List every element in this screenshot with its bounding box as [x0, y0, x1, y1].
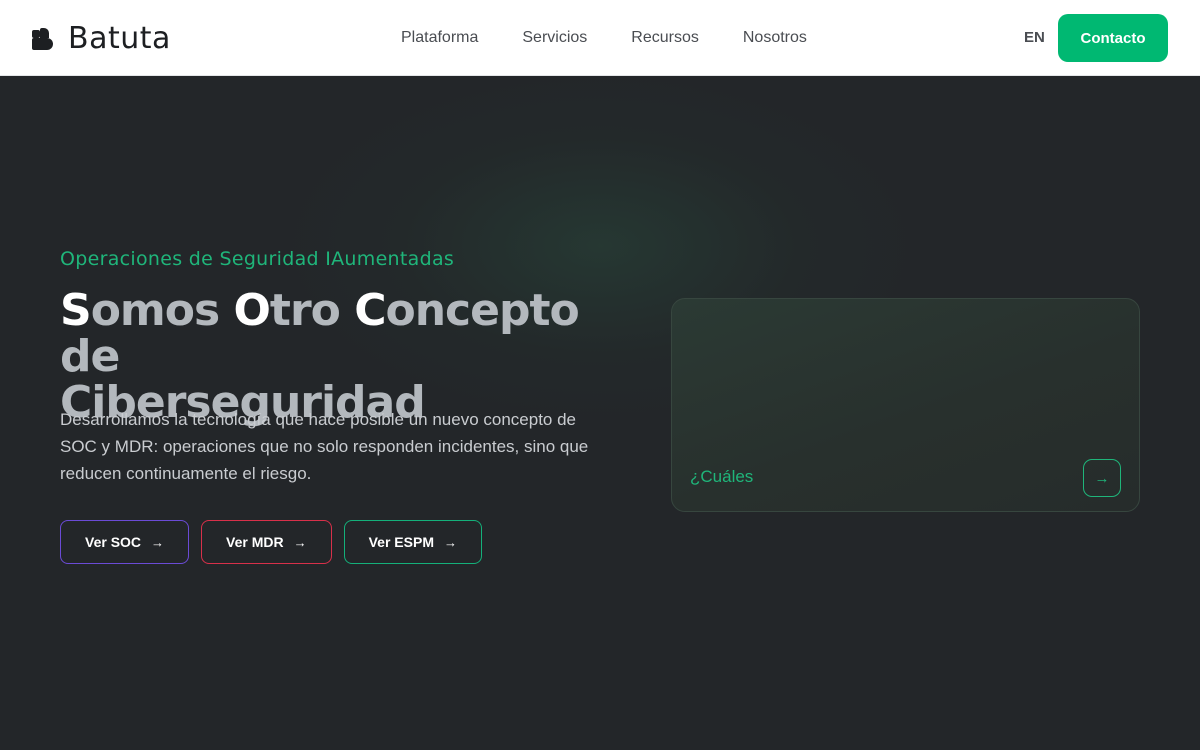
- headline-word-rest: omos: [90, 285, 234, 336]
- headline-initial-s: S: [60, 285, 92, 336]
- language-switch[interactable]: EN: [1024, 29, 1045, 46]
- arrow-right-icon: →: [443, 534, 457, 550]
- headline-initial-c: C: [354, 285, 386, 336]
- brand-logo[interactable]: Batuta: [32, 20, 171, 56]
- headline-word-rest: tro: [269, 285, 355, 336]
- main-nav: Plataforma Servicios Recursos Nosotros: [379, 0, 829, 76]
- site-header: Batuta Plataforma Servicios Recursos Nos…: [0, 0, 1200, 76]
- card-arrow-button[interactable]: →: [1083, 459, 1121, 497]
- nav-item-recursos[interactable]: Recursos: [631, 29, 699, 47]
- headline-initial-o: O: [233, 285, 271, 336]
- contact-button[interactable]: Contacto: [1058, 14, 1168, 62]
- hero-description: Desarrollamos la tecnología que hace pos…: [60, 410, 589, 483]
- nav-item-plataforma[interactable]: Plataforma: [401, 29, 478, 47]
- arrow-right-icon: →: [151, 534, 165, 550]
- arrow-right-icon: →: [1094, 469, 1110, 487]
- brand-name: Batuta: [68, 20, 171, 56]
- hero-section: Operaciones de Seguridad IAumentadas Som…: [0, 76, 1200, 750]
- nav-item-nosotros[interactable]: Nosotros: [743, 29, 807, 47]
- ver-soc-button[interactable]: Ver SOC →: [60, 520, 190, 564]
- ver-espm-label: Ver ESPM: [368, 534, 434, 550]
- ver-mdr-button[interactable]: Ver MDR →: [201, 520, 332, 564]
- ver-mdr-label: Ver MDR: [226, 534, 284, 550]
- ver-espm-button[interactable]: Ver ESPM →: [343, 520, 482, 564]
- arrow-right-icon: →: [293, 534, 307, 550]
- nav-item-servicios[interactable]: Servicios: [522, 29, 587, 47]
- hero-buttons: Ver SOC → Ver MDR → Ver ESPM →: [60, 520, 494, 564]
- ver-soc-label: Ver SOC: [85, 534, 142, 550]
- hero-eyebrow: Operaciones de Seguridad IAumentadas: [60, 248, 455, 270]
- cuales-card[interactable]: ¿Cuáles →: [671, 298, 1140, 512]
- logo-mark-icon: [32, 26, 54, 50]
- card-label: ¿Cuáles: [690, 467, 754, 486]
